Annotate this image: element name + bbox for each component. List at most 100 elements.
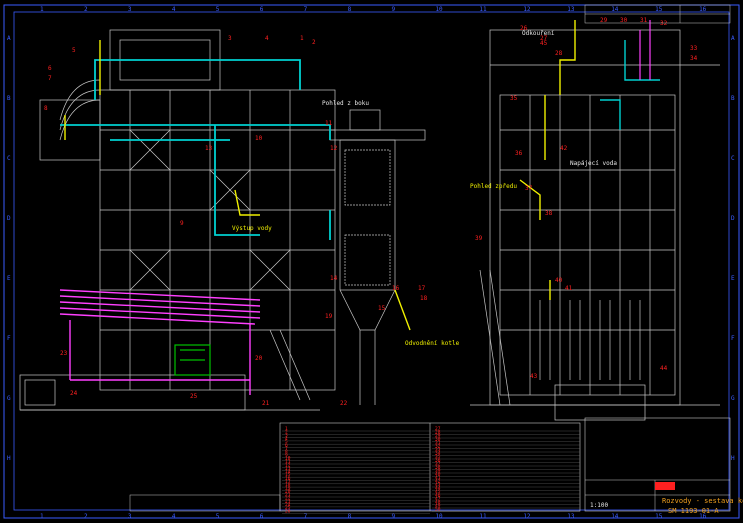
parts-list-left: 1234567891011121314151617181920212223242… [282, 426, 430, 515]
boiler-side-view [19, 29, 426, 411]
frame-column-label: 10 [435, 513, 443, 520]
frame-column-label: 7 [304, 6, 308, 13]
callout-label: 39 [475, 235, 483, 242]
frame-column-label: 9 [392, 6, 396, 13]
boiler-structure [19, 29, 336, 411]
callout-label: 8 [44, 105, 48, 112]
frame-row-label: E [7, 275, 11, 282]
callout-label: 21 [262, 400, 270, 407]
frame-column-label: 1 [40, 513, 44, 520]
frame-column-label: 5 [216, 6, 220, 13]
note-drain: Odvodnění kotle [405, 340, 460, 347]
callout-label: 13 [205, 145, 213, 152]
parts-list-table: 1234567891011121314151617181920212223242… [129, 422, 581, 515]
frame-column-label: 7 [304, 513, 308, 520]
frame-row-label: F [7, 335, 11, 342]
callout-label: 18 [420, 295, 428, 302]
frame-column-label: 12 [523, 6, 531, 13]
boiler-front-view [470, 20, 720, 421]
frame-column-label: 4 [172, 6, 176, 13]
callout-label: 33 [690, 45, 698, 52]
sheet-scale: 1:100 [590, 502, 608, 509]
callout-label: 37 [525, 185, 533, 192]
callout-label: 6 [48, 65, 52, 72]
callout-label: 12 [330, 145, 338, 152]
frame-column-label: 14 [611, 513, 619, 520]
frame-column-label: 15 [655, 513, 663, 520]
frame-row-label: G [731, 395, 735, 402]
frame-column-label: 11 [479, 6, 487, 13]
front-structure [470, 29, 720, 421]
front-pipe-yellow [519, 20, 576, 300]
title-block: Rozvody - sestava kotle SM 1193-01-A 1:1… [584, 417, 743, 515]
callout-label: 28 [555, 50, 563, 57]
callout-label: 34 [690, 55, 698, 62]
front-pipe-cyan [600, 40, 660, 130]
frame-column-labels: 1122334455667788991010111112121313141415… [40, 6, 707, 520]
frame-column-label: 1 [40, 6, 44, 13]
frame-column-label: 4 [172, 513, 176, 520]
frame-column-label: 8 [348, 513, 352, 520]
callout-label: 43 [530, 373, 538, 380]
callout-label: 42 [560, 145, 568, 152]
frame-row-label: E [731, 275, 735, 282]
frame-column-label: 9 [392, 513, 396, 520]
sheet-number: SM 1193-01-A [668, 507, 719, 515]
note-vent: Odkouření [522, 30, 555, 37]
frame-column-label: 15 [655, 6, 663, 13]
callout-label: 32 [660, 20, 668, 27]
callout-label: 4 [265, 35, 269, 42]
callout-label: 22 [340, 400, 348, 407]
frame-column-label: 8 [348, 6, 352, 13]
frame-row-label: A [731, 35, 735, 42]
frame-row-label: H [7, 455, 11, 462]
callout-label: 41 [565, 285, 573, 292]
callout-label: 24 [70, 390, 78, 397]
frame-row-label: D [7, 215, 11, 222]
callout-label: 17 [418, 285, 426, 292]
frame-row-label: B [731, 95, 735, 102]
callout-label: 19 [325, 313, 333, 320]
frame-column-label: 11 [479, 513, 487, 520]
frame-column-label: 14 [611, 6, 619, 13]
callout-label: 14 [330, 275, 338, 282]
frame-row-label: A [7, 35, 11, 42]
frame-column-label: 6 [260, 513, 264, 520]
frame-row-label: G [7, 395, 11, 402]
frame-row-label: D [731, 215, 735, 222]
callout-label: 1 [300, 35, 304, 42]
frame-column-label: 3 [128, 6, 132, 13]
frame-row-label: H [731, 455, 735, 462]
callout-label: 23 [60, 350, 68, 357]
callouts-right-view: 26272829 30 31 3233343536373839404142434445 [475, 17, 698, 380]
sheet-title: Rozvody - sestava kotle [662, 497, 743, 505]
callout-label: 5 [72, 47, 76, 54]
frame-column-label: 13 [567, 6, 575, 13]
note-side-view: Pohled z boku [322, 100, 369, 107]
callout-label: 7 [48, 75, 52, 82]
callout-label: 38 [545, 210, 553, 217]
callout-label: 45 [540, 40, 548, 47]
callout-label: 10 [255, 135, 263, 142]
title-block-red-mark [655, 482, 675, 490]
pipe-magenta [59, 289, 261, 395]
callout-label: 2 [312, 39, 316, 46]
callout-label: 9 [180, 220, 184, 227]
parts-list-right: 2728293031323334353637383940414243444546… [432, 426, 580, 513]
frame-column-label: 13 [567, 513, 575, 520]
callout-label: 11 [325, 120, 333, 127]
frame-row-label: B [7, 95, 11, 102]
frame-row-label: C [7, 155, 11, 162]
callout-label: 3 [228, 35, 232, 42]
frame-column-label: 2 [84, 513, 88, 520]
callout-label: 36 [515, 150, 523, 157]
frame-column-label: 16 [699, 6, 707, 13]
note-feed-water: Napájecí voda [570, 160, 617, 167]
cad-drawing-sheet: 1122334455667788991010111112121313141415… [3, 4, 743, 520]
frame-column-label: 10 [435, 6, 443, 13]
callout-label: 25 [190, 393, 198, 400]
frame-column-label: 5 [216, 513, 220, 520]
frame-column-label: 12 [523, 513, 531, 520]
callout-label: 15 [378, 305, 386, 312]
frame-row-labels: A A B B C C D D E E F F G G H H [7, 35, 735, 462]
